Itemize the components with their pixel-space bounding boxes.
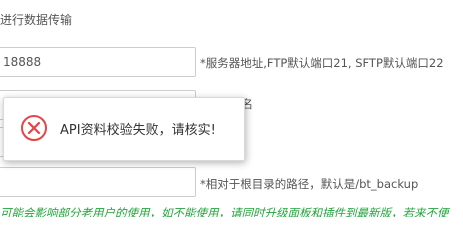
error-toast: API资料校验失败，请核实! (3, 97, 245, 161)
transfer-note: 进行数据传输 (0, 13, 73, 27)
compatibility-warning: 可能会影响部分老用户的使用，如不能使用，请同时升级面板和插件到最新版，若来不便 (0, 206, 449, 217)
backup-path-hint: *相对于根目录的路径，默认是/bt_backup (200, 177, 419, 191)
error-toast-message: API资料校验失败，请核实! (60, 123, 216, 138)
ftp-settings-form: 进行数据传输 *服务器地址,FTP默认端口21, SFTP默认端口22 户名 码… (0, 0, 463, 217)
backup-path-input[interactable] (0, 167, 196, 197)
server-port-input[interactable] (0, 47, 196, 77)
server-port-hint: *服务器地址,FTP默认端口21, SFTP默认端口22 (200, 56, 444, 70)
error-circle-x-icon (20, 114, 48, 142)
